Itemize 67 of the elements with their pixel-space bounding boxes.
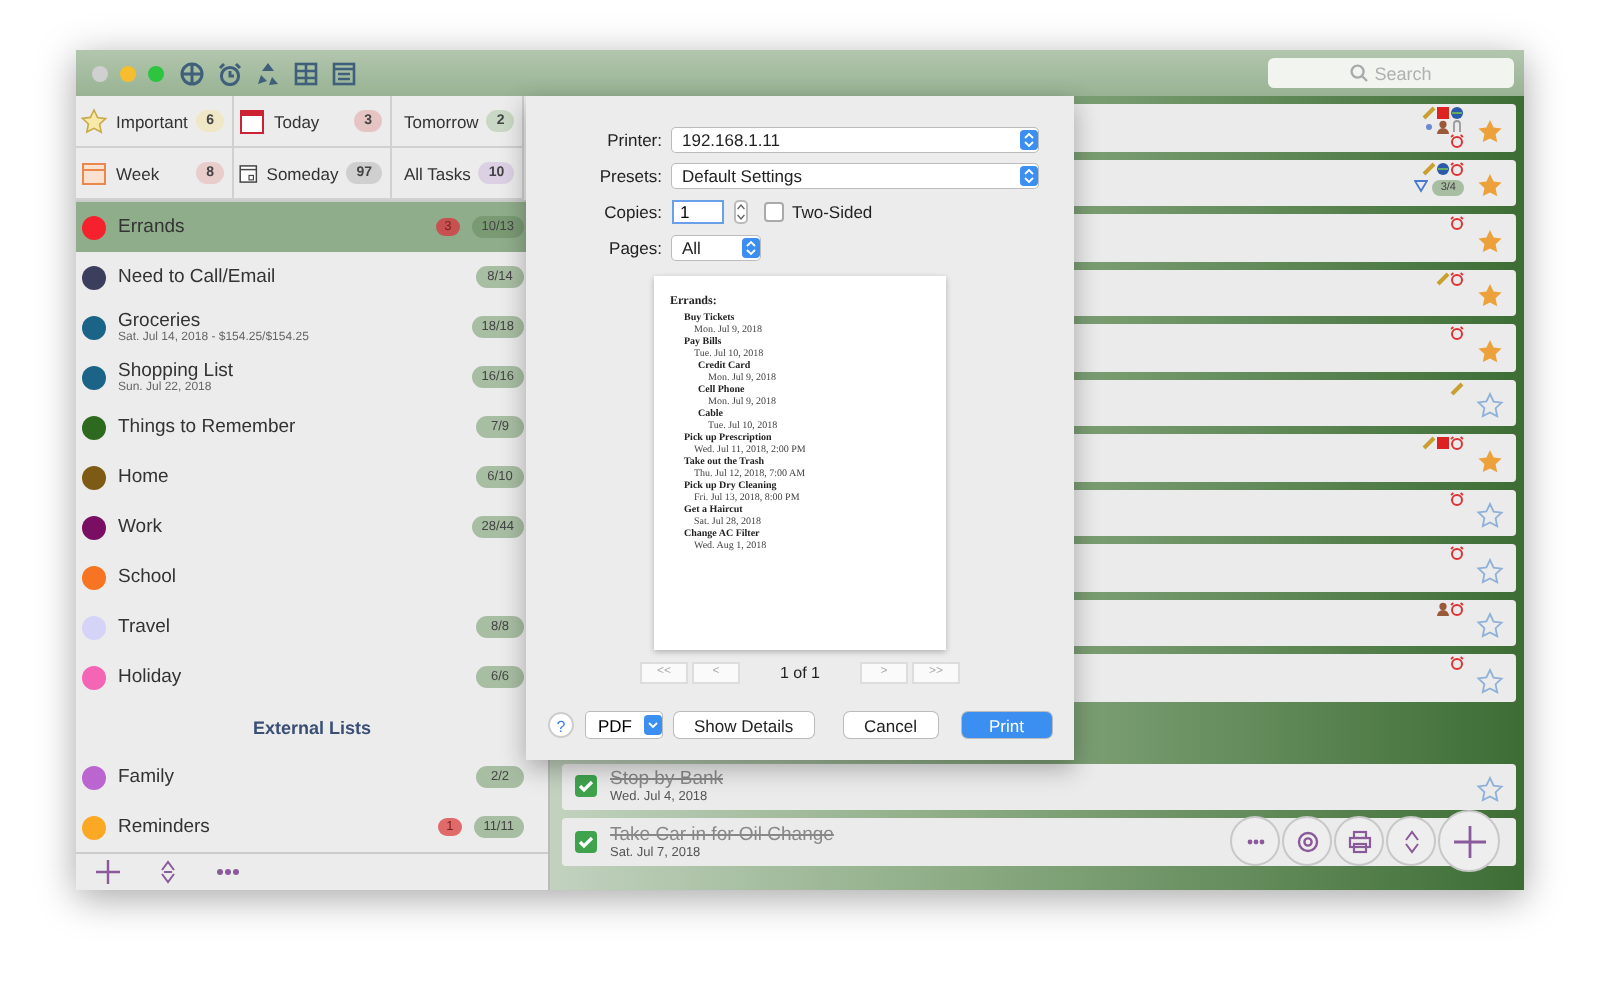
page-indicator: 1 of 1 (779, 664, 820, 682)
task-title: Stop by Bank (610, 768, 724, 791)
star-icon (80, 107, 108, 135)
copies-field[interactable]: 1 (672, 200, 724, 224)
chevron-down-icon (644, 712, 662, 738)
pdf-dropdown[interactable]: PDF (586, 712, 662, 738)
crosshair-icon[interactable] (180, 61, 204, 85)
checkbox[interactable] (574, 829, 598, 854)
star-icon[interactable] (1476, 172, 1504, 201)
field-label: Pages: (607, 238, 662, 258)
dropdown-stepper-icon (1020, 130, 1038, 150)
sort-icon[interactable] (160, 860, 176, 884)
grid-icon[interactable] (294, 61, 318, 85)
star-icon[interactable] (1476, 117, 1504, 146)
dropdown-stepper-icon (1020, 166, 1038, 186)
list-name: Home (118, 466, 171, 488)
list-name: Shopping List (118, 360, 236, 382)
calendar-icon (80, 159, 108, 187)
add-icon[interactable] (96, 860, 120, 884)
list-item[interactable]: School (76, 552, 548, 602)
star-icon[interactable] (1476, 282, 1504, 311)
star-icon[interactable] (1476, 667, 1504, 696)
print-icon (1347, 829, 1371, 853)
calendar-icon[interactable] (332, 61, 356, 85)
star-icon[interactable] (1476, 502, 1504, 531)
list-name: Need to Call/Email (118, 266, 278, 288)
more-icon[interactable] (216, 868, 240, 876)
stepper-icon[interactable] (734, 200, 748, 224)
alarm-clock-icon[interactable] (218, 61, 242, 85)
cancel-button[interactable]: Cancel (844, 712, 938, 738)
star-icon[interactable] (1476, 612, 1504, 641)
add-button[interactable] (1438, 810, 1500, 872)
star-icon[interactable] (1476, 227, 1504, 256)
field-label: Printer: (605, 130, 662, 150)
star-icon[interactable] (1476, 392, 1504, 421)
help-button[interactable]: ? (548, 712, 574, 738)
dropdown-stepper-icon (742, 238, 760, 258)
list-name: School (118, 566, 179, 588)
star-icon[interactable] (1476, 557, 1504, 586)
pages-dropdown[interactable]: All (672, 236, 760, 260)
dropdown[interactable]: Default Settings (672, 164, 1038, 188)
list-name: Family (118, 766, 176, 788)
calendar-icon (238, 159, 259, 187)
search-placeholder: Search (1374, 63, 1432, 83)
show-details-button[interactable]: Show Details (674, 712, 814, 738)
disclosure-triangle-icon[interactable] (1414, 180, 1429, 194)
checkbox[interactable] (574, 774, 598, 799)
sort-icon (1399, 829, 1423, 853)
list-name: Work (118, 516, 164, 538)
task-title: Take Car in for Oil Change (610, 823, 834, 846)
add-icon (1453, 825, 1485, 857)
search-icon (1350, 64, 1369, 82)
dropdown[interactable]: 192.168.1.11 (672, 128, 1038, 152)
list-name: Groceries (118, 310, 201, 332)
list-name: Travel (118, 616, 173, 638)
list-name: Holiday (118, 666, 184, 688)
star-icon[interactable] (1476, 337, 1504, 366)
list-name: Errands (118, 216, 187, 238)
section-header: External Lists (250, 715, 374, 741)
field-label: Copies: (602, 202, 662, 222)
calendar-icon (238, 107, 266, 135)
star-icon[interactable] (1476, 776, 1504, 805)
two-sided-checkbox[interactable]: Two-Sided (764, 202, 873, 222)
list-name: Things to Remember (118, 416, 298, 438)
star-icon[interactable] (1476, 447, 1504, 476)
field-label: Presets: (597, 166, 662, 186)
list-name: Reminders (118, 816, 212, 838)
